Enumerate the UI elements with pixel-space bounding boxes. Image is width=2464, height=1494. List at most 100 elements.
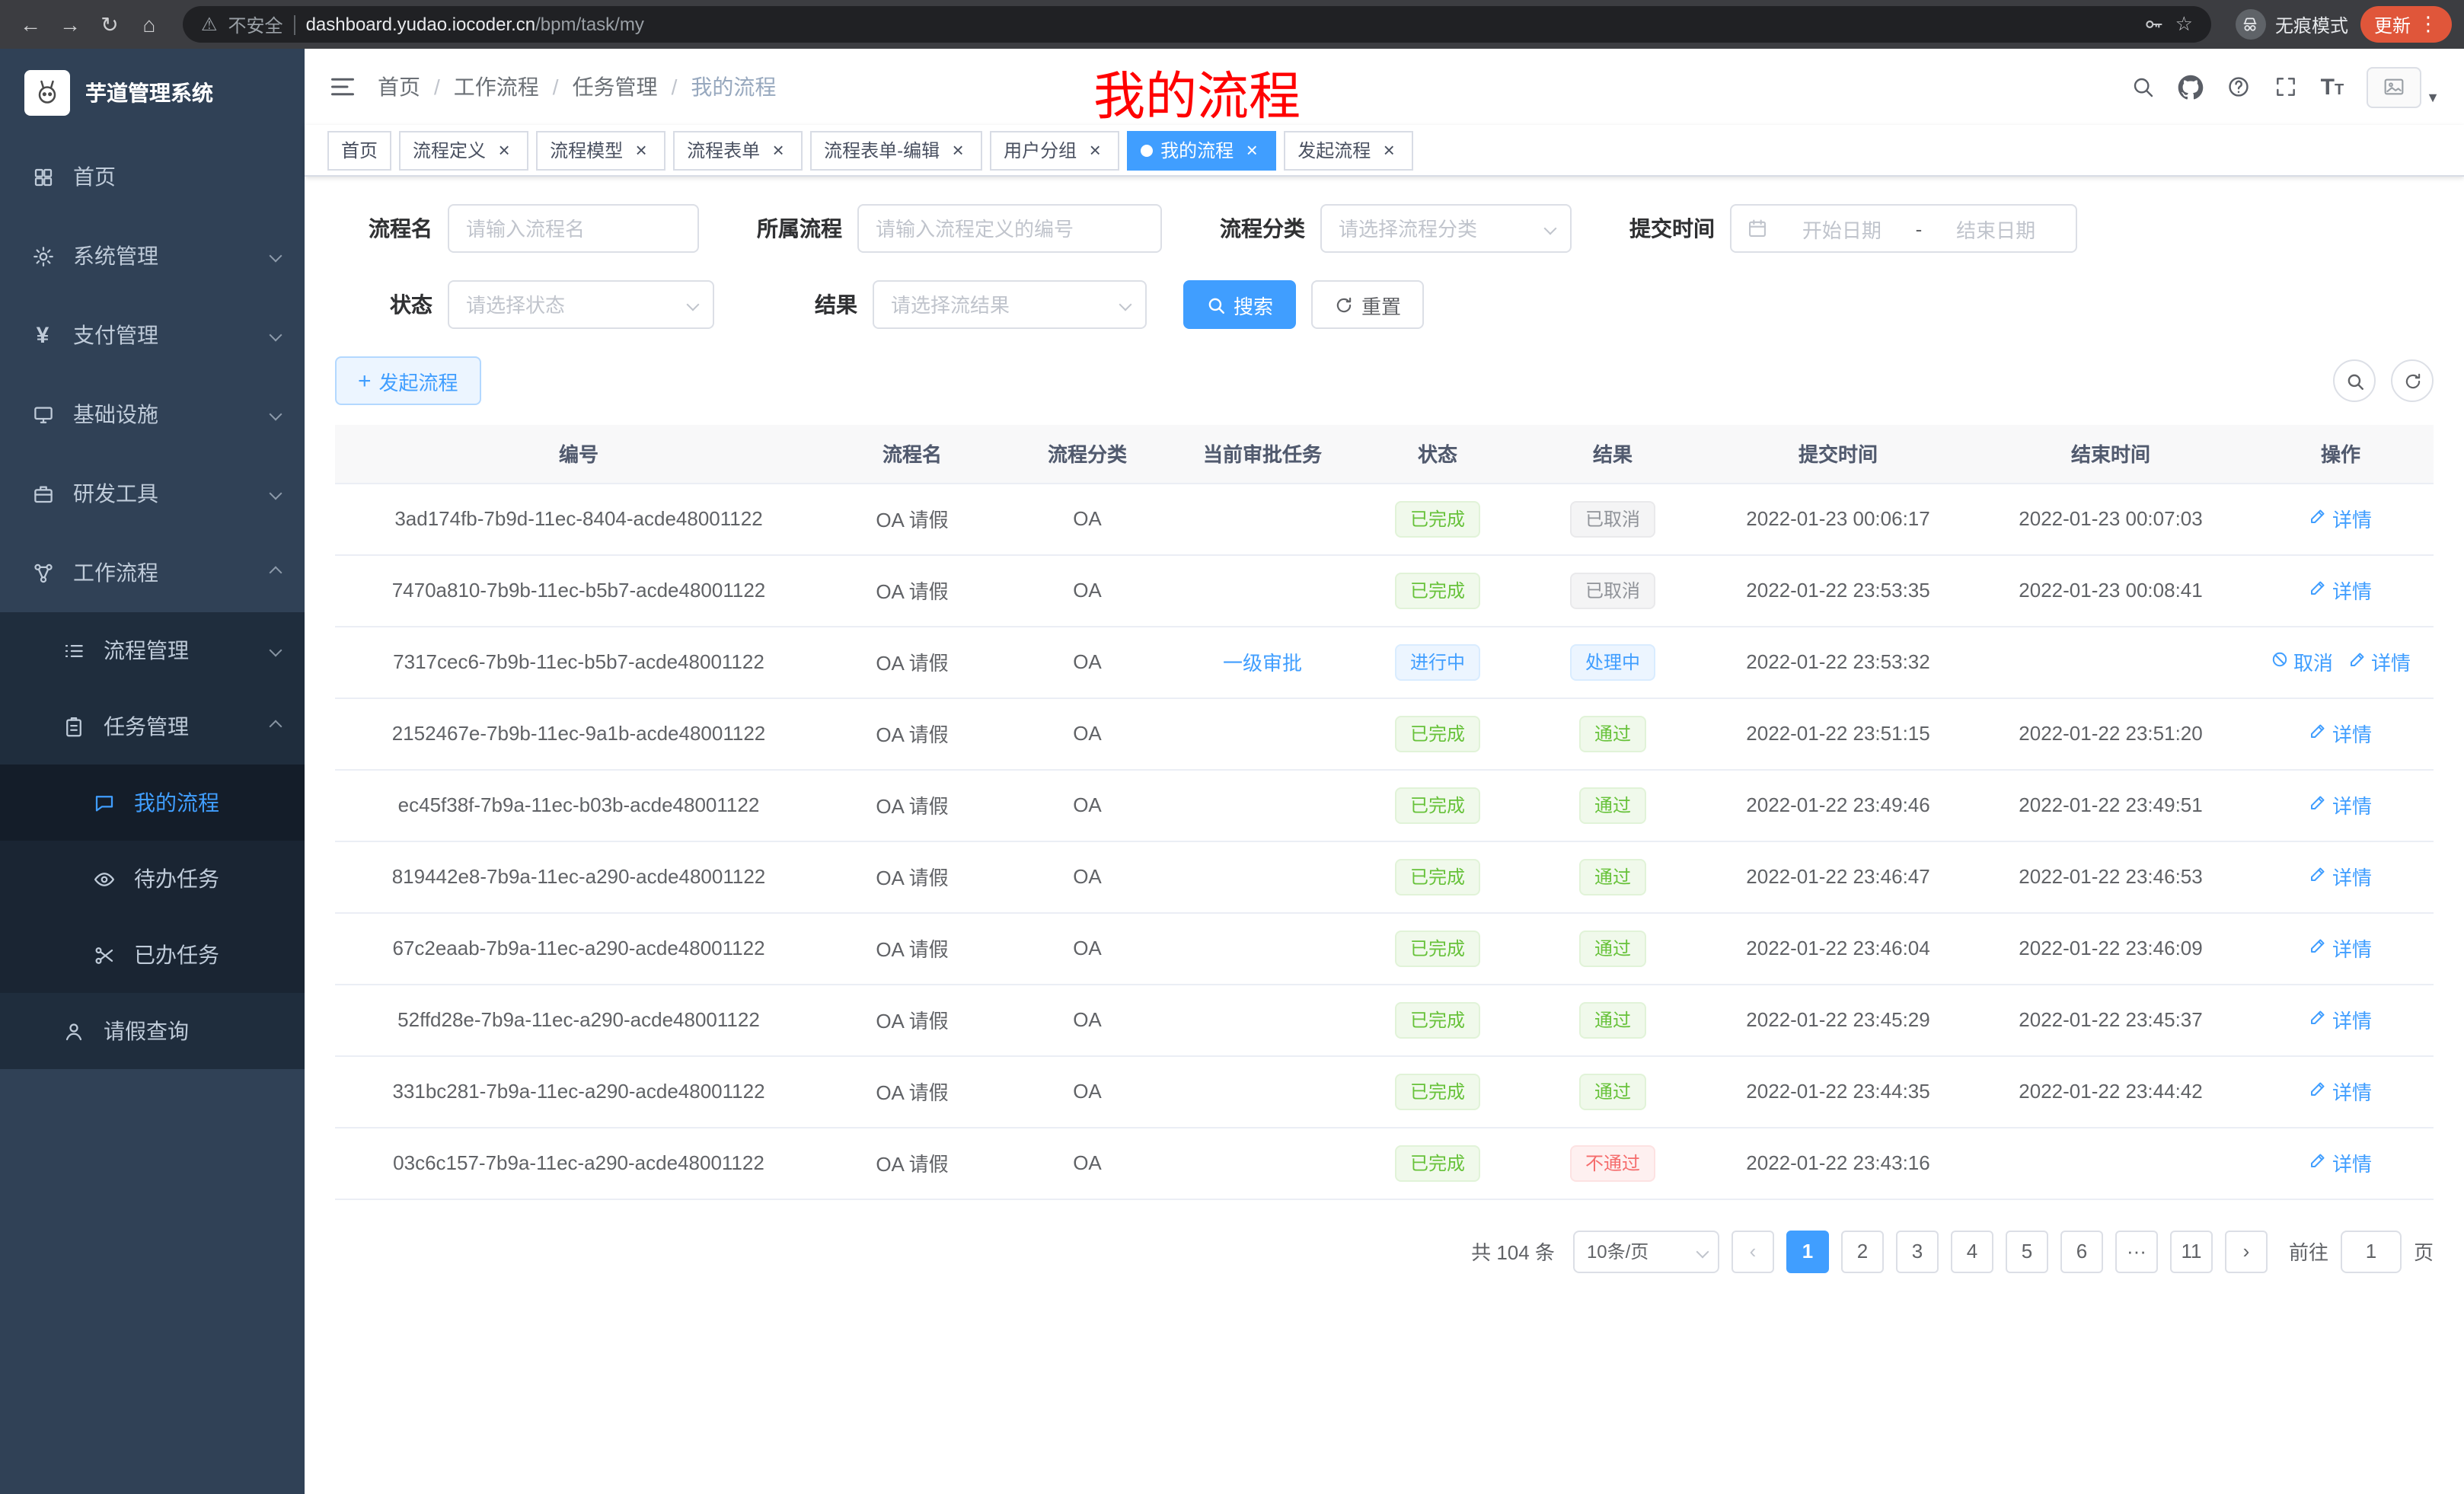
more-pages-button[interactable]: ··· <box>2115 1230 2158 1272</box>
breadcrumb-item-task-manage[interactable]: 任务管理 <box>573 72 658 102</box>
close-icon[interactable]: × <box>1241 139 1262 161</box>
prev-page-button[interactable]: ‹ <box>1732 1230 1774 1272</box>
status-select-input[interactable] <box>448 280 714 329</box>
detail-link[interactable]: 详情 <box>2309 790 2372 819</box>
detail-link[interactable]: 详情 <box>2348 647 2411 676</box>
key-icon[interactable] <box>2143 14 2165 35</box>
detail-link[interactable]: 详情 <box>2309 934 2372 962</box>
detail-link[interactable]: 详情 <box>2309 504 2372 533</box>
cancel-link[interactable]: 取消 <box>2271 647 2333 676</box>
avatar[interactable] <box>2367 66 2421 107</box>
sidebar-item-system[interactable]: 系统管理 <box>0 216 305 295</box>
result-tag: 已取消 <box>1570 572 1655 608</box>
bookmark-star-icon[interactable]: ☆ <box>2175 12 2193 37</box>
hide-search-button[interactable] <box>2333 359 2376 402</box>
tab-process-model[interactable]: 流程模型× <box>536 130 665 170</box>
sidebar-item-workflow[interactable]: 工作流程 <box>0 533 305 612</box>
process-def-input[interactable] <box>857 204 1162 253</box>
menu-dots-icon[interactable]: ⋮ <box>2418 12 2438 37</box>
end-date-placeholder[interactable]: 结束日期 <box>1931 214 2060 243</box>
reset-button[interactable]: 重置 <box>1311 280 1424 329</box>
status-tag: 已完成 <box>1395 930 1480 966</box>
tab-my-process[interactable]: 我的流程× <box>1127 130 1276 170</box>
close-icon[interactable]: × <box>947 139 969 161</box>
current-task-link[interactable]: 一级审批 <box>1223 652 1302 675</box>
create-process-button[interactable]: + 发起流程 <box>335 356 481 405</box>
sidebar-item-my-process[interactable]: 我的流程 <box>0 765 305 841</box>
detail-link[interactable]: 详情 <box>2309 719 2372 748</box>
goto-page-input[interactable] <box>2341 1230 2402 1272</box>
question-icon[interactable] <box>2226 75 2251 99</box>
page-size-select[interactable] <box>1573 1230 1719 1272</box>
browser-home-icon[interactable]: ⌂ <box>131 6 168 43</box>
sidebar-item-dev-tools[interactable]: 研发工具 <box>0 454 305 533</box>
breadcrumb-item-workflow[interactable]: 工作流程 <box>454 72 539 102</box>
start-date-placeholder[interactable]: 开始日期 <box>1777 214 1907 243</box>
search-icon[interactable] <box>2130 75 2155 99</box>
category-select-input[interactable] <box>1320 204 1572 253</box>
next-page-button[interactable]: › <box>2225 1230 2268 1272</box>
process-name-input[interactable] <box>448 204 699 253</box>
page-button-5[interactable]: 5 <box>2006 1230 2048 1272</box>
table-toolbar: + 发起流程 <box>335 356 2434 405</box>
detail-link[interactable]: 详情 <box>2309 862 2372 891</box>
update-button[interactable]: 更新 ⋮ <box>2360 6 2452 43</box>
sidebar-item-home[interactable]: 首页 <box>0 137 305 216</box>
tab-process-form-edit[interactable]: 流程表单-编辑× <box>810 130 982 170</box>
sidebar-item-task-manage[interactable]: 任务管理 <box>0 688 305 765</box>
forward-icon[interactable]: → <box>52 6 88 43</box>
table-row: 2152467e-7b9b-11ec-9a1b-acde48001122OA 请… <box>335 698 2434 769</box>
update-label: 更新 <box>2374 11 2411 37</box>
category-select[interactable] <box>1320 204 1572 253</box>
address-bar[interactable]: ⚠ 不安全 dashboard.yudao.iocoder.cn/bpm/tas… <box>183 6 2211 43</box>
sidebar-item-process-manage[interactable]: 流程管理 <box>0 612 305 688</box>
reload-icon[interactable]: ↻ <box>91 6 128 43</box>
sidebar-item-label: 任务管理 <box>104 711 189 742</box>
sidebar-item-todo-tasks[interactable]: 待办任务 <box>0 841 305 917</box>
goto-unit: 页 <box>2414 1237 2434 1266</box>
tab-home[interactable]: 首页 <box>327 130 391 170</box>
close-icon[interactable]: × <box>493 139 515 161</box>
sidebar-item-infrastructure[interactable]: 基础设施 <box>0 375 305 454</box>
tab-start-process[interactable]: 发起流程× <box>1284 130 1413 170</box>
page-button-2[interactable]: 2 <box>1841 1230 1884 1272</box>
github-icon[interactable] <box>2178 74 2204 100</box>
close-icon[interactable]: × <box>768 139 789 161</box>
font-size-icon[interactable]: TT <box>2321 74 2344 100</box>
detail-link[interactable]: 详情 <box>2309 1148 2372 1177</box>
result-select[interactable] <box>873 280 1147 329</box>
cell-name: OA 请假 <box>822 698 1002 769</box>
back-icon[interactable]: ← <box>12 6 49 43</box>
page-button-1[interactable]: 1 <box>1786 1230 1829 1272</box>
close-icon[interactable]: × <box>630 139 652 161</box>
tab-user-group[interactable]: 用户分组× <box>990 130 1119 170</box>
result-select-input[interactable] <box>873 280 1147 329</box>
page-button-3[interactable]: 3 <box>1896 1230 1939 1272</box>
sidebar-item-done-tasks[interactable]: 已办任务 <box>0 917 305 993</box>
status-select[interactable] <box>448 280 714 329</box>
cell-end-time: 2022-01-23 00:08:41 <box>1974 554 2248 626</box>
url-text[interactable]: dashboard.yudao.iocoder.cn/bpm/task/my <box>306 14 644 35</box>
close-icon[interactable]: × <box>1378 139 1400 161</box>
cell-status: 已完成 <box>1352 984 1523 1055</box>
detail-link[interactable]: 详情 <box>2309 576 2372 605</box>
sidebar-item-payment[interactable]: ¥支付管理 <box>0 295 305 375</box>
detail-link[interactable]: 详情 <box>2309 1005 2372 1034</box>
close-icon[interactable]: × <box>1084 139 1106 161</box>
avatar-menu[interactable]: ▼ <box>2367 66 2440 107</box>
page-button-6[interactable]: 6 <box>2060 1230 2103 1272</box>
hamburger-icon[interactable] <box>329 73 356 101</box>
detail-link[interactable]: 详情 <box>2309 1077 2372 1106</box>
cell-status: 进行中 <box>1352 626 1523 698</box>
page-button-11[interactable]: 11 <box>2170 1230 2213 1272</box>
breadcrumb-item-home[interactable]: 首页 <box>378 72 420 102</box>
submit-time-range[interactable]: 开始日期 - 结束日期 <box>1730 204 2077 253</box>
page-size-value[interactable] <box>1573 1230 1719 1272</box>
tab-process-definition[interactable]: 流程定义× <box>399 130 528 170</box>
fullscreen-icon[interactable] <box>2274 75 2298 99</box>
sidebar-item-leave-query[interactable]: 请假查询 <box>0 993 305 1069</box>
tab-process-form[interactable]: 流程表单× <box>673 130 803 170</box>
refresh-table-button[interactable] <box>2391 359 2434 402</box>
page-button-4[interactable]: 4 <box>1951 1230 1993 1272</box>
search-button[interactable]: 搜索 <box>1183 280 1296 329</box>
